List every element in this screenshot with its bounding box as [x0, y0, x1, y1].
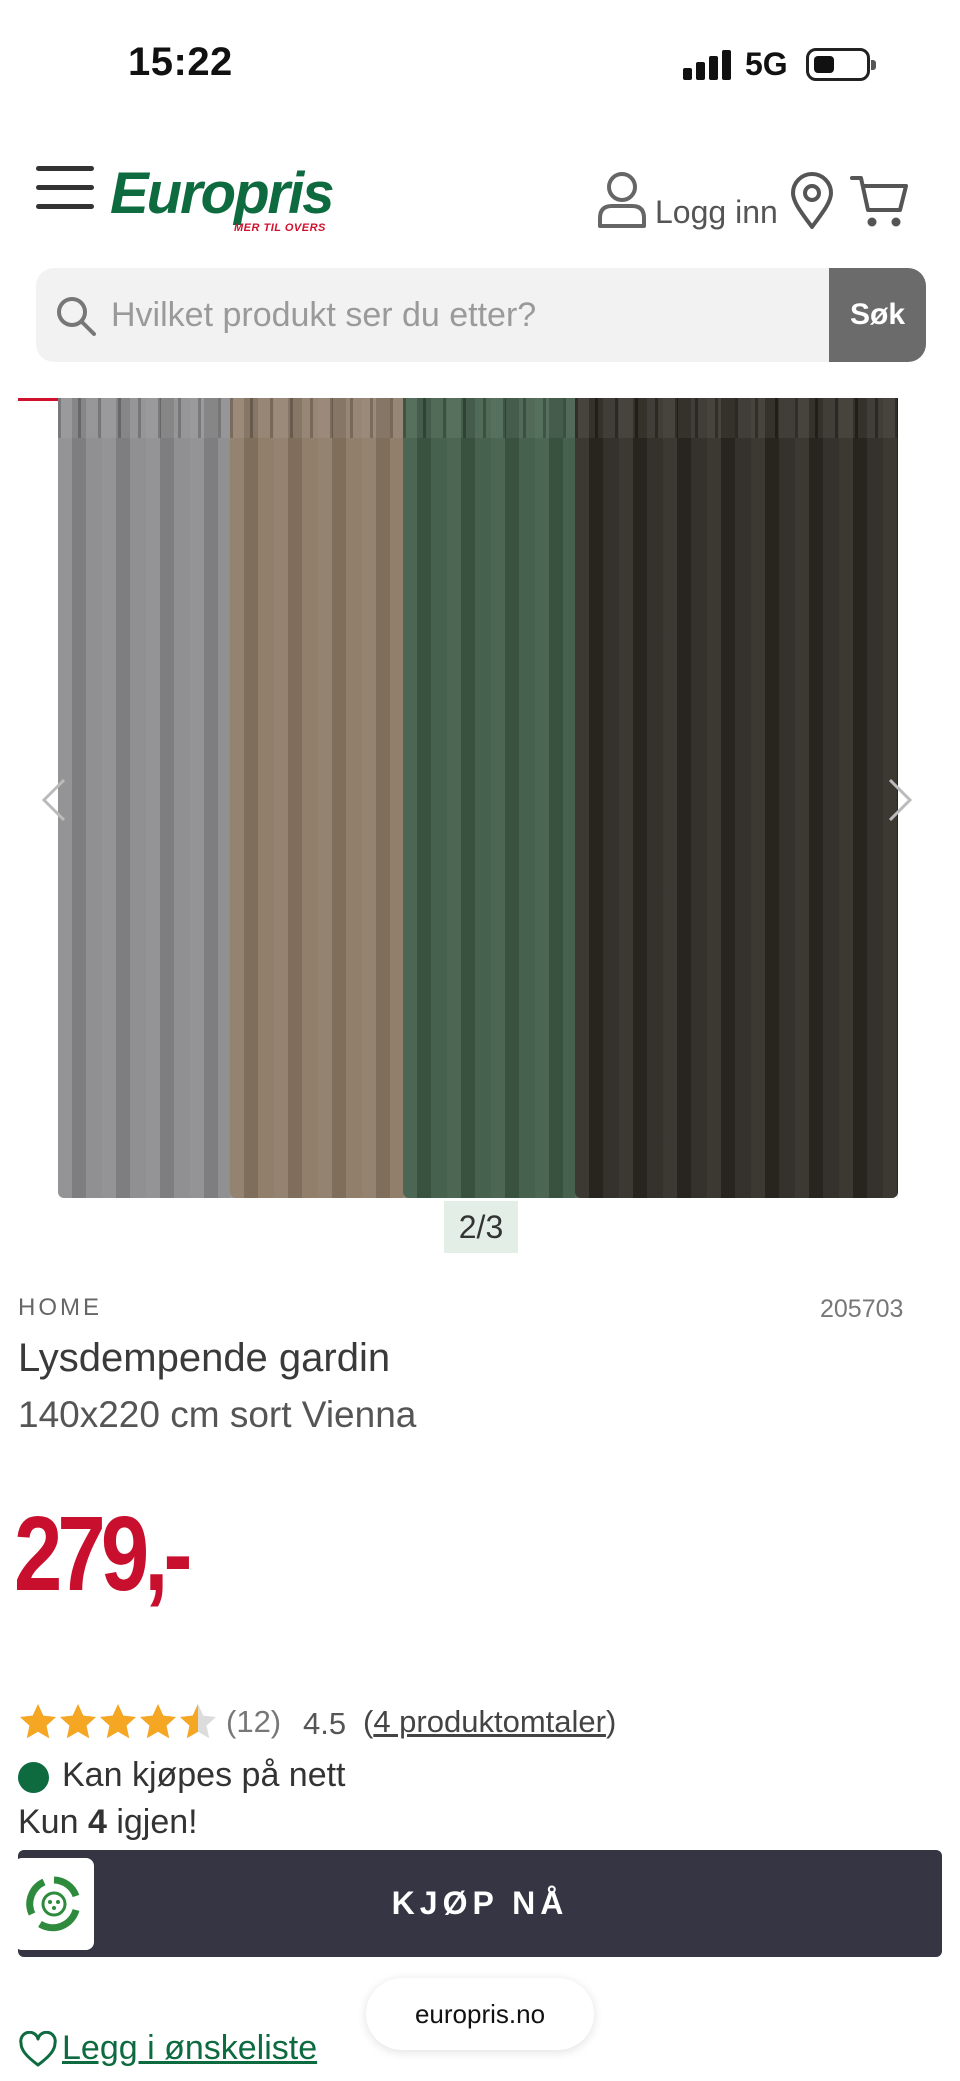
reviews-link-label[interactable]: 4 produktomtaler — [373, 1704, 606, 1739]
availability-text: Kan kjøpes på nett — [62, 1756, 346, 1794]
search-input[interactable] — [111, 268, 851, 362]
chevron-left-icon — [41, 778, 66, 822]
europris-logo[interactable]: Europris MER TIL OVERS — [110, 160, 334, 240]
rating-row: (12) 4.5 (4 produktomtaler) — [18, 1700, 918, 1744]
battery-icon — [806, 48, 876, 81]
login-link[interactable]: Logg inn — [655, 194, 778, 231]
store-location-icon[interactable] — [789, 172, 835, 230]
rating-count: (12) — [226, 1704, 282, 1739]
reviews-link[interactable]: (4 produktomtaler) — [363, 1704, 616, 1740]
reviews-close-paren: ) — [605, 1704, 617, 1739]
product-brand[interactable]: HOME — [18, 1294, 102, 1322]
search-icon — [57, 297, 96, 336]
site-header: Europris MER TIL OVERS Logg inn — [0, 150, 960, 260]
user-icon[interactable] — [596, 170, 648, 228]
product-price: 279,- — [14, 1495, 192, 1613]
network-label: 5G — [745, 46, 788, 82]
product-sku: 205703 — [820, 1295, 904, 1323]
image-counter: 2/3 — [444, 1201, 518, 1253]
stock-suffix: igjen! — [116, 1803, 198, 1841]
curtain-grey — [58, 398, 243, 1198]
status-time: 15:22 — [128, 40, 233, 84]
eco-recycle-badge[interactable] — [14, 1858, 94, 1950]
availability-dot-icon — [18, 1762, 49, 1793]
gallery-next-button[interactable] — [880, 770, 920, 830]
browser-url-bar[interactable]: europris.no — [366, 1978, 594, 2050]
stock-count: 4 — [87, 1803, 107, 1841]
cart-icon[interactable] — [850, 170, 910, 230]
wishlist-label[interactable]: Legg i ønskeliste — [62, 2029, 317, 2068]
logo-tagline: MER TIL OVERS — [234, 222, 326, 234]
star-icon — [60, 1704, 96, 1739]
product-title: Lysdempende gardin — [18, 1336, 391, 1380]
curtain-black — [575, 398, 898, 1198]
chevron-right-icon — [888, 778, 913, 822]
signal-icon — [683, 50, 731, 80]
heart-icon — [19, 2031, 57, 2067]
star-icon — [20, 1704, 56, 1739]
curtain-green — [403, 398, 593, 1198]
gallery-prev-button[interactable] — [34, 770, 74, 830]
star-icon — [140, 1704, 176, 1739]
star-icon — [100, 1704, 136, 1739]
buy-now-button[interactable]: KJØP NÅ — [18, 1850, 942, 1957]
product-subtitle: 140x220 cm sort Vienna — [18, 1394, 417, 1435]
reviews-open-paren: ( — [363, 1704, 374, 1739]
curtain-beige — [230, 398, 420, 1198]
stock-level: Kun 4 igjen! — [18, 1803, 198, 1842]
search-bar: Søk — [36, 268, 926, 362]
status-bar: 15:22 5G — [0, 0, 960, 130]
logo-wordmark: Europris — [110, 161, 334, 226]
star-icon — [180, 1704, 216, 1739]
product-image-gallery[interactable]: 2/3 — [0, 398, 960, 1258]
rating-value: 4.5 — [303, 1706, 347, 1741]
stock-prefix: Kun — [18, 1803, 79, 1841]
search-button[interactable]: Søk — [829, 268, 926, 362]
hamburger-menu-icon[interactable] — [36, 166, 94, 210]
recycle-icon — [26, 1876, 80, 1932]
